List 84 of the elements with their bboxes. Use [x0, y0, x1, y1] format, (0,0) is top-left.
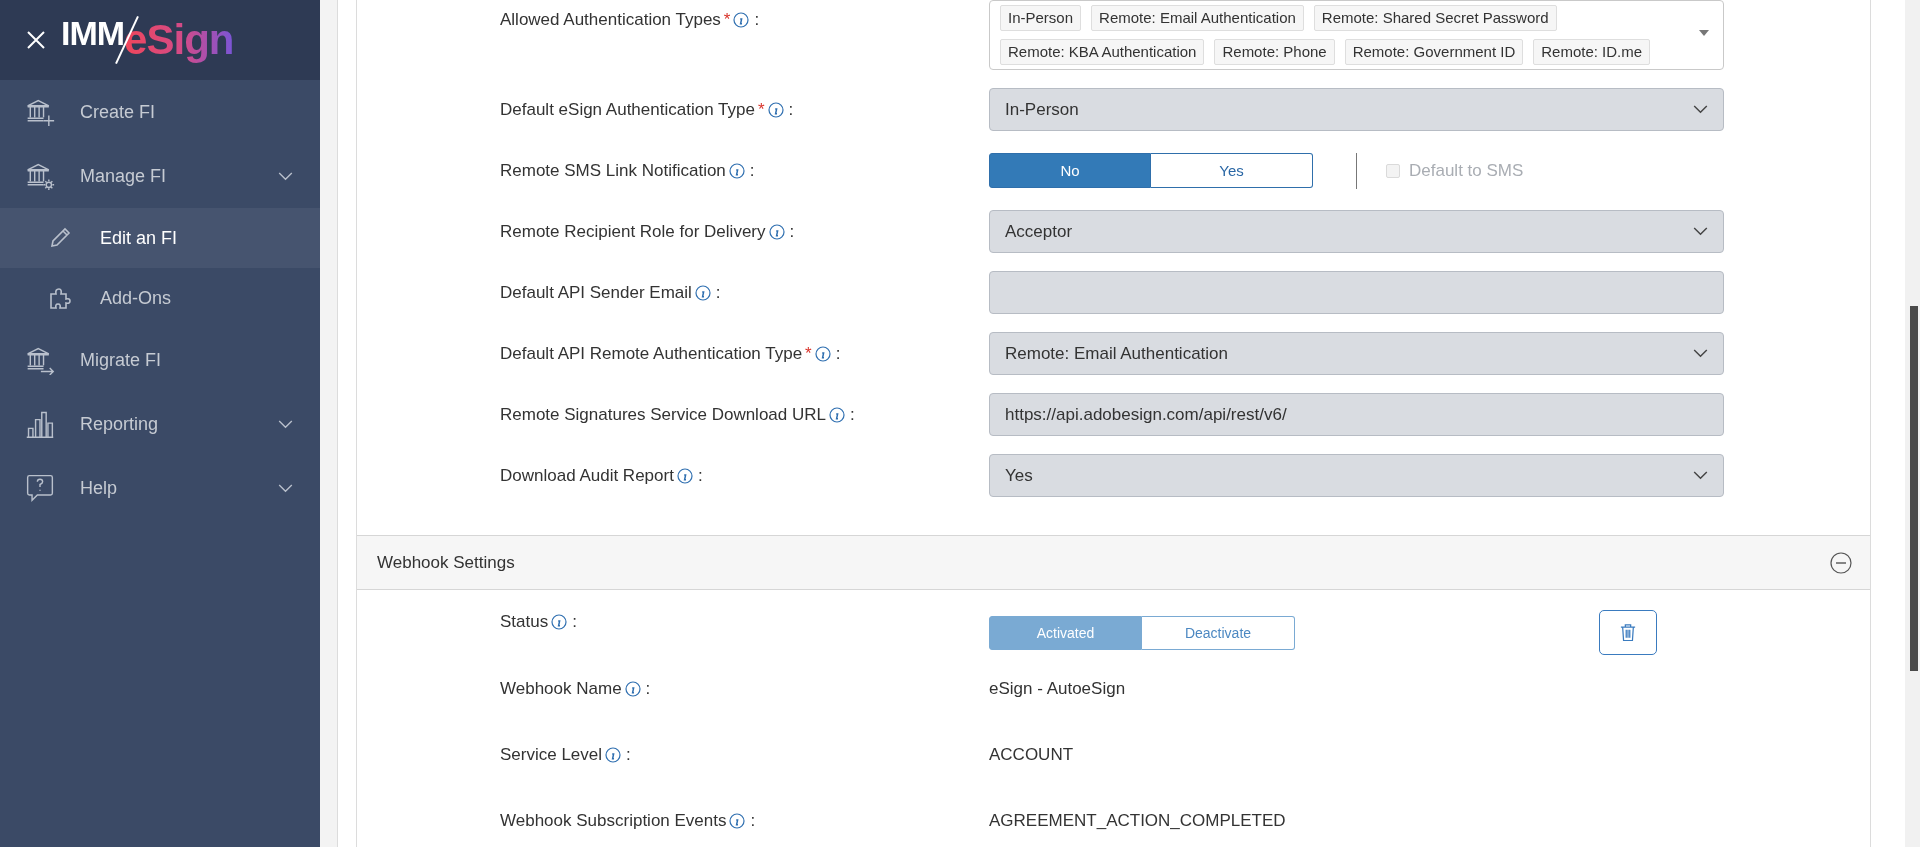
- select-field[interactable]: Remote: Email Authentication: [989, 332, 1724, 375]
- scrollbar-thumb[interactable]: [1910, 306, 1918, 671]
- info-icon[interactable]: [814, 345, 831, 362]
- info-icon[interactable]: [767, 101, 784, 118]
- field-label: Service Level: [500, 745, 603, 765]
- select-field[interactable]: Acceptor: [989, 210, 1724, 253]
- collapse-icon[interactable]: [1830, 551, 1852, 574]
- section-title: Webhook Settings: [377, 552, 515, 573]
- tag: Remote: Shared Secret Password: [1313, 5, 1557, 31]
- field-label: Webhook Subscription Events: [500, 811, 727, 831]
- info-icon[interactable]: [624, 681, 641, 697]
- tag: In-Person: [1000, 5, 1082, 31]
- tag: Remote: ID.me: [1533, 39, 1651, 65]
- select-field[interactable]: In-Person: [989, 88, 1724, 131]
- label-colon: :: [572, 612, 577, 632]
- pencil-icon: [48, 226, 72, 250]
- multi-select-field[interactable]: In-Person Remote: Email Authentication Remote: Shared Secret Password Remote: KBA Authentication Remote: Phone Remote: Government ID Remote: ID.me: [989, 0, 1724, 70]
- label-colon: :: [789, 221, 795, 242]
- info-icon[interactable]: [768, 223, 785, 240]
- field-label: Webhook Name: [500, 679, 622, 699]
- bank-gear-icon: [25, 161, 57, 191]
- field-label: Download Audit Report: [500, 465, 674, 486]
- scrollbar[interactable]: [1905, 0, 1920, 847]
- nav-item[interactable]: Create FI: [0, 80, 320, 144]
- chevron-icon: [1693, 471, 1708, 480]
- checkbox-label: Default to SMS: [1409, 160, 1524, 181]
- nav-item[interactable]: Migrate FI: [0, 328, 320, 392]
- field-label: Status: [500, 612, 549, 632]
- info-icon[interactable]: [694, 284, 711, 301]
- puzzle-icon: [48, 286, 72, 310]
- info-icon[interactable]: [733, 12, 750, 28]
- tag: Remote: Government ID: [1344, 39, 1524, 65]
- label-colon: :: [626, 745, 631, 765]
- field-label: Default API Remote Authentication Type: [500, 343, 803, 364]
- nav-item[interactable]: Add-Ons: [0, 268, 320, 328]
- trash-icon: [1620, 623, 1636, 642]
- caret-icon: [1699, 30, 1709, 36]
- field-label: Remote SMS Link Notification: [500, 160, 726, 181]
- nav-item[interactable]: Reporting: [0, 392, 320, 456]
- input-field[interactable]: [989, 271, 1724, 314]
- field-value: eSign - AutoeSign: [989, 678, 1126, 700]
- info-icon[interactable]: [676, 467, 693, 484]
- field-label: Remote Signatures Service Download URL: [500, 404, 826, 425]
- info-icon[interactable]: [829, 406, 845, 423]
- label-colon: :: [835, 343, 841, 364]
- label-colon: :: [645, 679, 651, 699]
- field-label: Default eSign Authentication Type: [500, 99, 755, 120]
- nav-item[interactable]: Manage FI: [0, 144, 320, 208]
- chevron-icon: [1693, 105, 1708, 114]
- field-label: Allowed Authentication Types: [500, 10, 721, 30]
- required-mark: *: [757, 99, 765, 120]
- chevron-icon: [278, 419, 293, 429]
- tag: Remote: Phone: [1214, 39, 1335, 65]
- bank-add-icon: [25, 97, 57, 127]
- nav-item[interactable]: Edit an FI: [0, 208, 320, 268]
- label-colon: :: [750, 811, 756, 831]
- chevron-icon: [1693, 227, 1708, 236]
- required-mark: *: [805, 343, 812, 364]
- toggle-option[interactable]: Yes: [1151, 153, 1313, 188]
- chevron-icon: [278, 483, 293, 493]
- tag: Remote: Email Authentication: [1091, 5, 1304, 31]
- info-icon[interactable]: [728, 162, 745, 179]
- input-field[interactable]: https://api.adobesign.com/api/rest/v6/: [989, 393, 1724, 436]
- label-colon: :: [715, 282, 721, 303]
- chevron-icon: [1693, 349, 1708, 358]
- select-field[interactable]: Yes: [989, 454, 1724, 497]
- info-icon[interactable]: [729, 813, 746, 829]
- label-colon: :: [754, 10, 760, 30]
- required-mark: *: [723, 10, 731, 30]
- close-icon[interactable]: [27, 31, 45, 49]
- field-value: ACCOUNT: [989, 744, 1074, 766]
- label-colon: :: [697, 465, 703, 486]
- toggle-option[interactable]: No: [989, 153, 1151, 188]
- bank-arrow-icon: [25, 345, 57, 375]
- label-colon: :: [788, 99, 794, 120]
- label-colon: :: [749, 160, 755, 181]
- tag: Remote: KBA Authentication: [1000, 39, 1205, 65]
- chevron-icon: [278, 171, 293, 181]
- label-colon: :: [850, 404, 855, 425]
- field-label: Remote Recipient Role for Delivery: [500, 221, 766, 242]
- field-value: AGREEMENT_ACTION_COMPLETED: [989, 810, 1286, 832]
- info-icon[interactable]: [605, 747, 622, 763]
- nav-item[interactable]: Help: [0, 456, 320, 520]
- field-label: Default API Sender Email: [500, 282, 692, 303]
